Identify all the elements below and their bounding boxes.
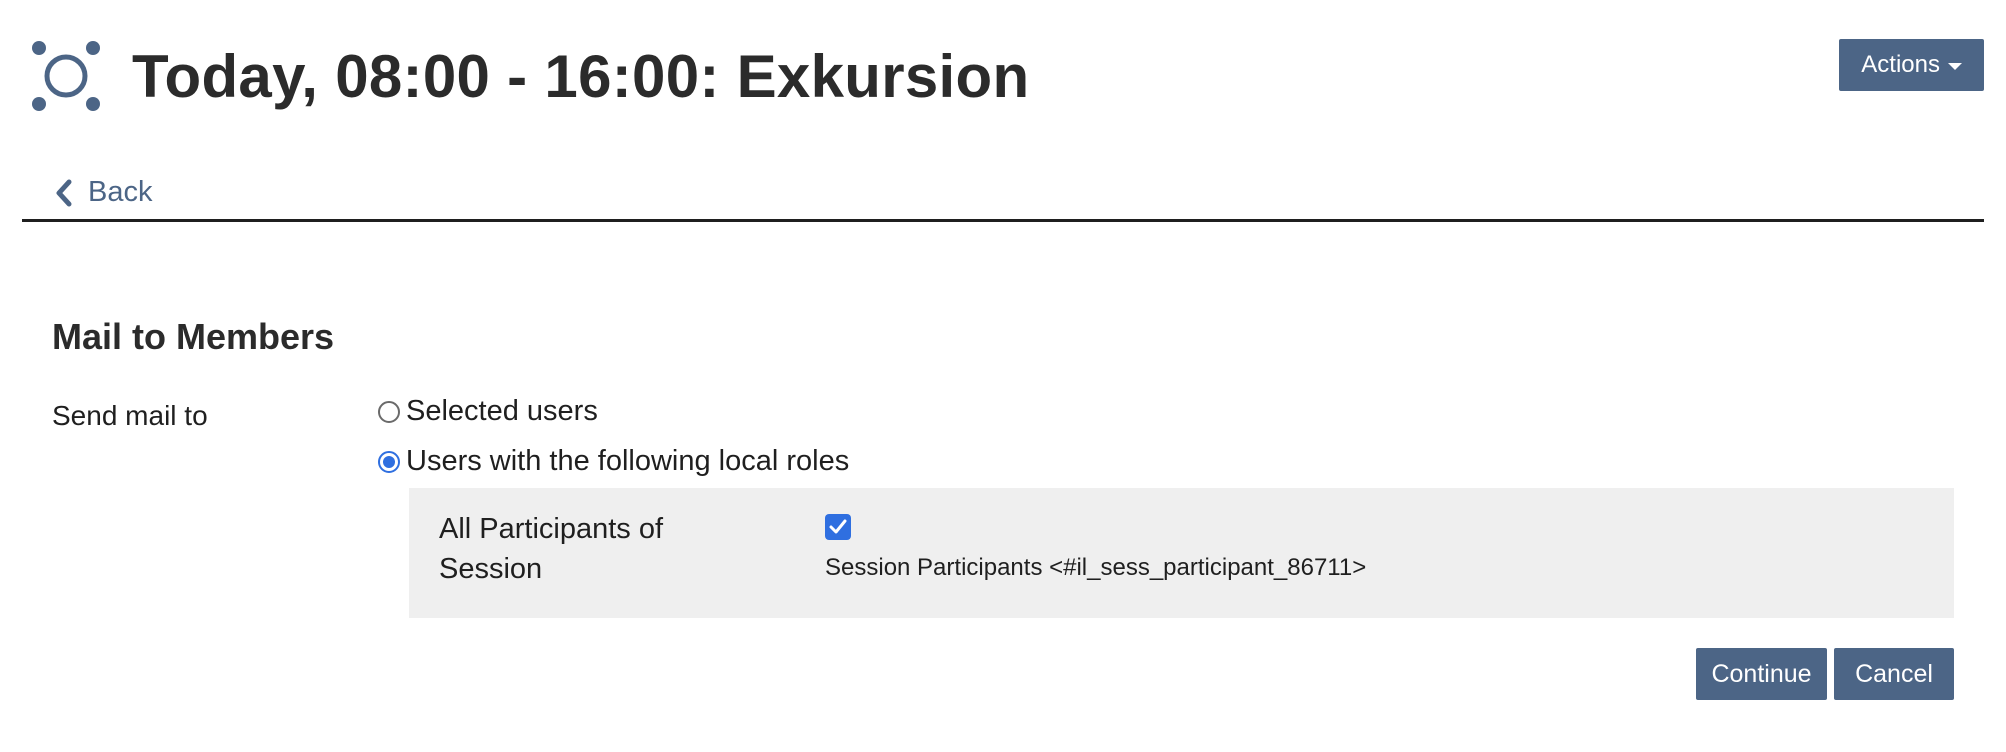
role-label: All Participants of Session xyxy=(439,513,664,585)
radio-local-roles-label: Users with the following local roles xyxy=(406,445,850,477)
actions-button-label: Actions xyxy=(1861,51,1940,78)
page-title: Today, 08:00 - 16:00: Exkursion xyxy=(132,42,1030,110)
continue-button[interactable]: Continue xyxy=(1696,648,1827,700)
cancel-button[interactable]: Cancel xyxy=(1834,648,1954,700)
send-mail-to-label: Send mail to xyxy=(52,400,208,431)
radio-selected-users-label: Selected users xyxy=(406,395,598,427)
session-icon xyxy=(32,41,100,111)
role-checkbox[interactable] xyxy=(825,514,851,540)
chevron-left-icon xyxy=(56,179,72,206)
radio-button-checked[interactable] xyxy=(378,450,400,473)
back-link-label: Back xyxy=(88,176,153,208)
radio-button-unchecked[interactable] xyxy=(378,400,400,423)
caret-down-icon xyxy=(1948,63,1962,70)
role-info: Session Participants <#il_sess_participa… xyxy=(825,554,1367,581)
local-roles-panel: All Participants of Session Session Part… xyxy=(409,488,1954,618)
tab-divider xyxy=(22,219,1984,222)
radio-selected-users[interactable]: Selected users xyxy=(378,395,598,428)
page: Today, 08:00 - 16:00: Exkursion Actions … xyxy=(0,0,2006,752)
radio-local-roles[interactable]: Users with the following local roles xyxy=(378,445,849,478)
form-title: Mail to Members xyxy=(52,316,335,357)
page-header: Today, 08:00 - 16:00: Exkursion xyxy=(30,36,1029,116)
checkmark-icon xyxy=(829,519,847,534)
actions-dropdown-button[interactable]: Actions xyxy=(1839,39,1984,91)
back-link[interactable]: Back xyxy=(54,176,152,209)
